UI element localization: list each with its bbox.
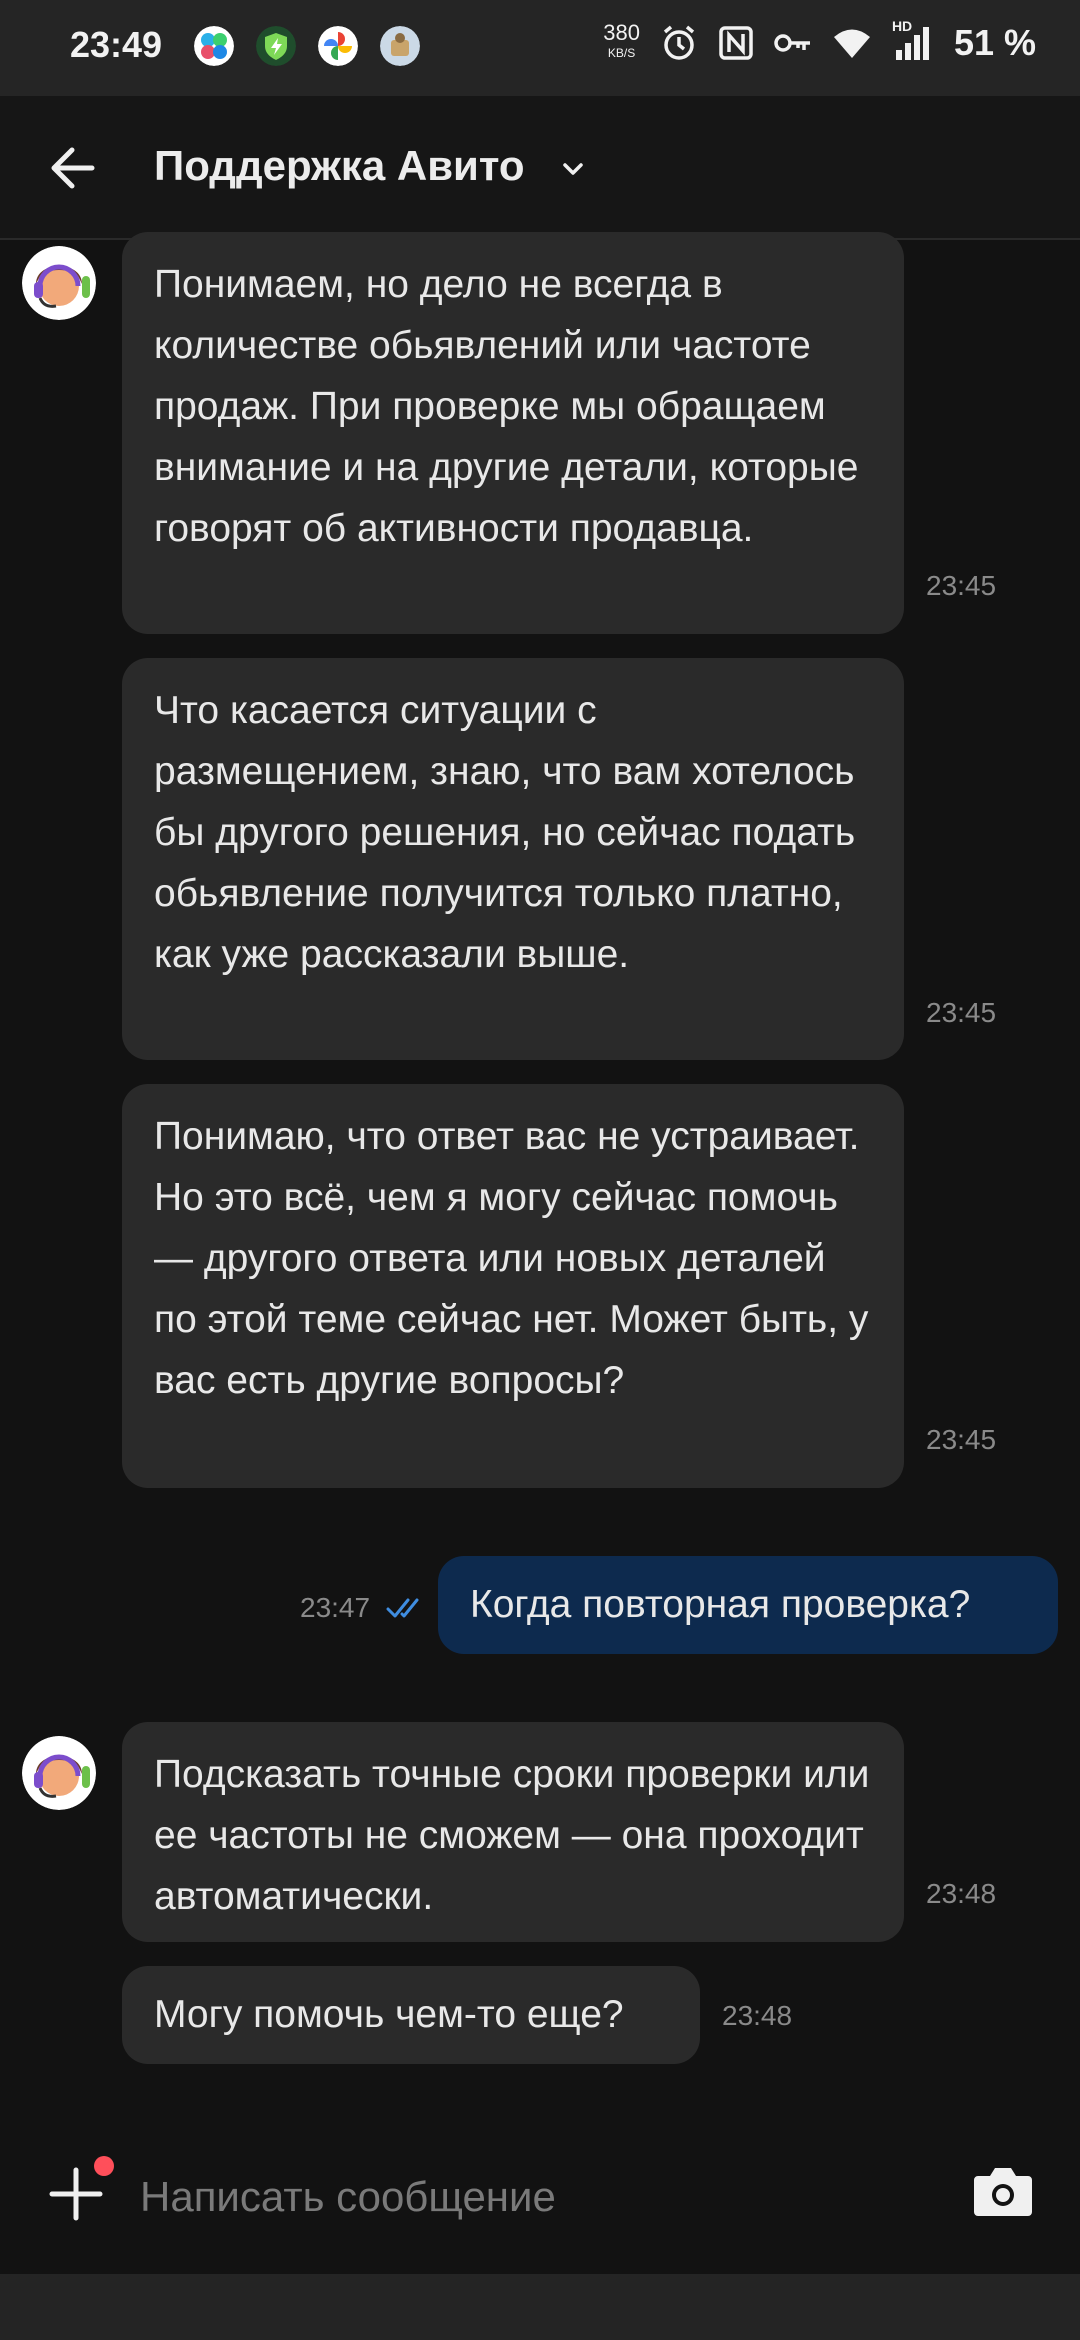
support-avatar[interactable]: [22, 1736, 96, 1810]
message-time: 23:47: [300, 1592, 371, 1623]
battery-level: 51 %: [953, 22, 1036, 63]
nfc-icon: [719, 26, 753, 60]
net-speed-value: 380: [603, 20, 640, 45]
chat-header: Поддержка Авито: [0, 96, 1080, 240]
message-time: 23:48: [926, 1878, 997, 1909]
alarm-icon: [663, 25, 695, 60]
system-nav-bar: [0, 2274, 1080, 2340]
chevron-down-icon[interactable]: [558, 154, 588, 184]
gallery-icon: [194, 26, 234, 66]
system-icons: 380 KB/S HD 51 %: [603, 18, 1036, 64]
message-text: Понимаем, но дело не всегда в количестве…: [154, 263, 859, 550]
key-icon: [774, 34, 810, 52]
message-text: Когда повторная проверка?: [470, 1583, 971, 1626]
signal-indicator: HD: [892, 18, 934, 62]
message-text: Могу помочь чем-то еще?: [154, 1993, 624, 2036]
message-text: Понимаю, что ответ вас не устраивает. Но…: [154, 1115, 869, 1402]
message-bubble-incoming: Понимаю, что ответ вас не устраивает. Но…: [122, 1084, 904, 1488]
support-avatar[interactable]: [22, 246, 96, 320]
status-time: 23:49: [70, 24, 163, 65]
message-bubble-outgoing: Когда повторная проверка?: [438, 1556, 1058, 1654]
camera-icon[interactable]: [972, 2162, 1034, 2218]
message-time: 23:45: [926, 570, 997, 601]
net-speed: 380 KB/S: [603, 20, 640, 63]
message-time: 23:45: [926, 1424, 997, 1455]
message-text: Подсказать точные сроки проверки или ее …: [154, 1753, 870, 1918]
message-bubble-incoming: Понимаем, но дело не всегда в количестве…: [122, 232, 904, 634]
vpn-icon: [256, 26, 296, 66]
message-composer: [0, 2132, 1080, 2262]
message-bubble-incoming: Могу помочь чем-то еще?: [122, 1966, 700, 2064]
chat-title[interactable]: Поддержка Авито: [154, 142, 525, 190]
pinwheel-icon: [318, 26, 358, 66]
status-bar: 23:49 380 KB/S HD 51 %: [0, 0, 1080, 96]
net-speed-unit: KB/S: [607, 46, 636, 60]
message-input[interactable]: [138, 2156, 942, 2238]
signal-icon: [895, 27, 929, 60]
notification-icons: [194, 26, 420, 66]
back-arrow-icon[interactable]: [40, 136, 112, 200]
message-bubble-incoming: Что касается ситуации с размещением, зна…: [122, 658, 904, 1060]
read-checkmark-icon: [386, 1598, 419, 1618]
wifi-icon: [833, 29, 870, 58]
message-bubble-incoming: Подсказать точные сроки проверки или ее …: [122, 1722, 904, 1942]
message-text: Что касается ситуации с размещением, зна…: [154, 689, 856, 976]
app-icon: [380, 26, 420, 66]
message-time: 23:48: [722, 2000, 793, 2031]
attach-badge: [94, 2156, 114, 2176]
message-time: 23:45: [926, 997, 997, 1028]
